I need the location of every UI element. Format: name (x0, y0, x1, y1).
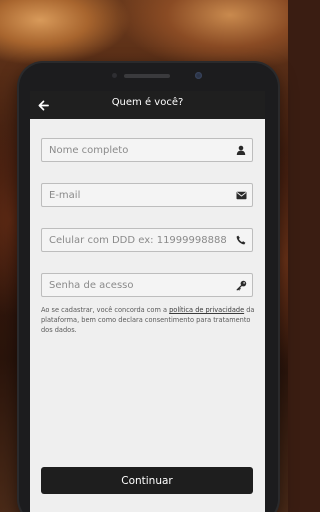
email-field[interactable] (41, 183, 253, 207)
front-camera (195, 72, 202, 79)
terms-prefix: Ao se cadastrar, você concorda com a (41, 306, 170, 314)
phone-input[interactable] (42, 229, 230, 251)
email-input[interactable] (42, 184, 230, 206)
envelope-icon (234, 188, 248, 202)
earpiece-speaker (124, 74, 170, 78)
proximity-sensor (112, 73, 117, 78)
phone-icon (234, 233, 248, 247)
app-bar: Quem é você? (30, 91, 265, 119)
privacy-notice: Ao se cadastrar, você concorda com a pol… (41, 305, 255, 335)
name-field[interactable] (41, 138, 253, 162)
key-icon (234, 278, 248, 292)
password-input[interactable] (42, 274, 230, 296)
name-input[interactable] (42, 139, 230, 161)
continue-button[interactable]: Continuar (41, 467, 253, 494)
app-screen: Quem é você? Nome completo E-mail Celula… (30, 91, 265, 512)
phone-field[interactable] (41, 228, 253, 252)
page-title: Quem é você? (111, 97, 184, 108)
privacy-policy-link[interactable]: política de privacidade (169, 306, 244, 314)
user-icon (234, 143, 248, 157)
password-field[interactable] (41, 273, 253, 297)
